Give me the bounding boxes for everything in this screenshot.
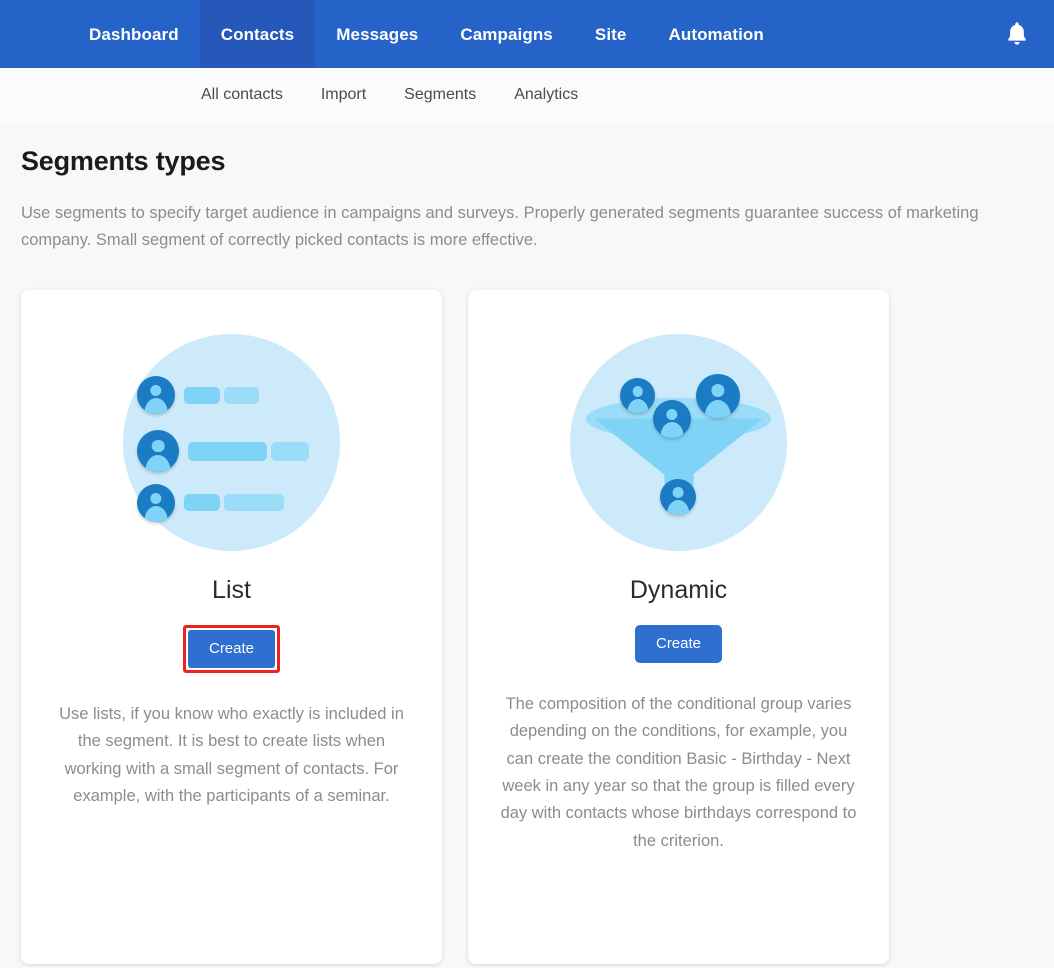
avatar-icon (660, 479, 696, 516)
subnav-item-label: Segments (404, 86, 477, 103)
create-button-highlight: Create (182, 624, 281, 673)
bell-icon (1008, 22, 1026, 45)
card-title: List (212, 576, 251, 605)
subnav-item-analytics[interactable]: Analytics (514, 86, 578, 104)
list-bar (271, 442, 309, 462)
card-action-slot: Create (634, 624, 723, 663)
nav-item-label: Dashboard (89, 24, 179, 44)
sub-navigation-bar: All contacts Import Segments Analytics (0, 68, 1054, 122)
nav-item-label: Site (594, 24, 627, 44)
nav-item-label: Contacts (220, 24, 295, 44)
list-bar (184, 494, 220, 512)
card-description: Use lists, if you know who exactly is in… (59, 704, 404, 806)
card-description: The composition of the conditional group… (500, 694, 857, 850)
list-bar (224, 387, 259, 405)
list-contacts-icon (123, 334, 340, 552)
subnav-item-label: All contacts (201, 86, 283, 103)
top-navigation-bar: Dashboard Contacts Messages Campaigns Si… (0, 0, 1054, 68)
page-title: Segments types (21, 146, 226, 176)
subnav-item-import[interactable]: Import (321, 86, 366, 104)
subnav-item-segments[interactable]: Segments (404, 86, 476, 104)
page-content: Segments types Use segments to specify t… (0, 146, 1054, 965)
page-description: Use segments to specify target audience … (21, 204, 979, 249)
avatar-icon (137, 430, 179, 473)
list-bar (224, 494, 284, 512)
avatar-icon (137, 484, 175, 523)
nav-item-label: Automation (668, 24, 764, 44)
list-bar (184, 387, 220, 405)
nav-item-site[interactable]: Site (574, 0, 648, 68)
nav-item-automation[interactable]: Automation (647, 0, 784, 68)
nav-item-campaigns[interactable]: Campaigns (439, 0, 574, 68)
nav-item-contacts[interactable]: Contacts (199, 0, 316, 68)
nav-item-label: Campaigns (460, 24, 553, 44)
nav-item-label: Messages (336, 24, 419, 44)
list-bar (188, 442, 267, 462)
subnav-item-label: Import (320, 86, 367, 103)
subnav-item-label: Analytics (514, 86, 579, 103)
card-action-slot: Create (182, 624, 281, 673)
nav-item-dashboard[interactable]: Dashboard (68, 0, 200, 68)
segment-type-cards: List Create Use lists, if you know who e… (21, 290, 1033, 965)
nav-item-messages[interactable]: Messages (315, 0, 439, 68)
notifications-button[interactable] (1000, 17, 1034, 51)
create-list-button[interactable]: Create (187, 629, 276, 668)
card-title: Dynamic (629, 576, 728, 605)
segment-card-dynamic[interactable]: Dynamic Create The composition of the co… (468, 290, 889, 965)
funnel-contacts-icon (570, 334, 787, 552)
subnav-item-all-contacts[interactable]: All contacts (201, 86, 283, 104)
top-navigation-items: Dashboard Contacts Messages Campaigns Si… (68, 0, 785, 68)
avatar-icon (137, 376, 175, 415)
create-dynamic-button[interactable]: Create (634, 624, 723, 663)
segment-card-list[interactable]: List Create Use lists, if you know who e… (21, 290, 442, 965)
